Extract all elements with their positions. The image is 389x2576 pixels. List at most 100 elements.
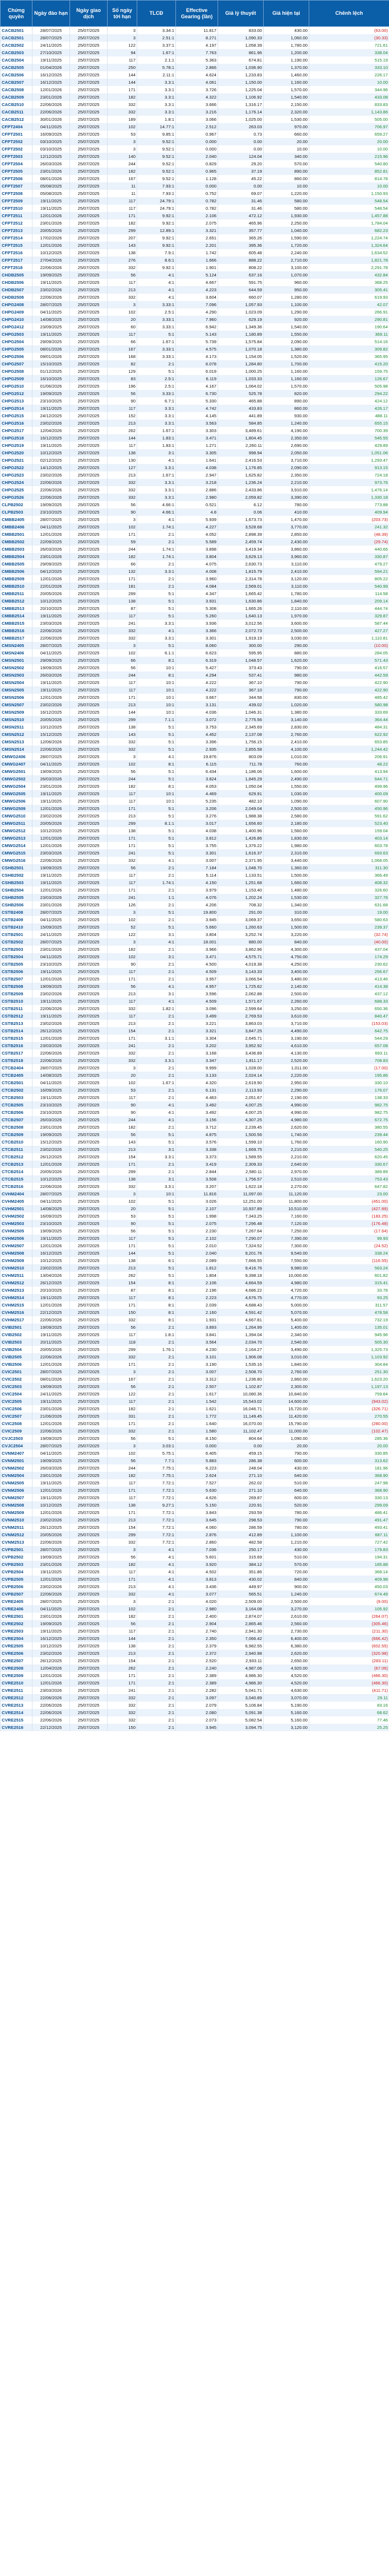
table-row[interactable]: CVNM2504 23/01/2026 25/07/2025 182 7.75:1 2.6… xyxy=(0,1472,389,1479)
table-row[interactable]: CVHM2514 19/11/2025 25/07/2025 117 8:1 2.223 4… xyxy=(0,1294,389,1301)
table-row[interactable]: CMBB2516 22/06/2026 25/07/2025 332 4:1 3.366 2… xyxy=(0,627,389,634)
table-row[interactable]: CMSN2503 26/03/2026 25/07/2025 244 8:1 4.294 5… xyxy=(0,672,389,679)
table-row[interactable]: CTCB2405 14/08/2025 25/07/2025 20 2:1 3.133 2,… xyxy=(0,1072,389,1079)
col-header-days-to-maturity[interactable]: Số ngày tới hạn xyxy=(107,0,137,27)
table-row[interactable]: CMBB2517 22/06/2026 25/07/2025 332 3.3:1 3.30… xyxy=(0,634,389,642)
table-row[interactable]: CVIB2502 19/11/2025 25/07/2025 117 1.8:1 3.84… xyxy=(0,1331,389,1338)
table-row[interactable]: CSTB2505 23/10/2025 25/07/2025 90 2:1 4.500 4,… xyxy=(0,961,389,968)
table-row[interactable]: CMBB2513 20/10/2025 25/07/2025 87 5:1 5.308 1,… xyxy=(0,605,389,612)
table-row[interactable]: CSTB2409 04/11/2025 25/07/2025 102 2:1 3.945 3… xyxy=(0,916,389,923)
table-row[interactable]: CVHM2515 12/01/2026 25/07/2025 171 8:1 2.039 4… xyxy=(0,1301,389,1309)
table-row[interactable]: CVJC2504 28/07/2025 25/07/2025 3 3.03:1 0.000… xyxy=(0,1442,389,1450)
table-row[interactable]: CVIC2507 21/06/2026 25/07/2025 331 2:1 1.772 1… xyxy=(0,1413,389,1420)
table-row[interactable]: CMSN2510 20/05/2026 25/07/2025 299 7.1:1 3.07… xyxy=(0,716,389,723)
table-row[interactable]: CMWG2406 28/07/2025 25/07/2025 3 4:1 19.876 80… xyxy=(0,753,389,760)
table-row[interactable]: CVHM2404 28/07/2025 25/07/2025 3 10:1 11.816 1… xyxy=(0,1190,389,1198)
table-row[interactable]: CHPG2519 19/11/2025 25/07/2025 117 1.83:1 1.2… xyxy=(0,442,389,449)
table-row[interactable]: CMBB2506 04/12/2025 25/07/2025 132 3.3:1 4.00… xyxy=(0,568,389,575)
table-row[interactable]: CVPB2505 12/01/2026 25/07/2025 171 4:1 3.813 4… xyxy=(0,1576,389,1583)
table-row[interactable]: CHPG2524 22/06/2026 25/07/2025 332 3.3:1 3.21… xyxy=(0,479,389,486)
table-row[interactable]: CHPG2408 28/07/2025 25/07/2025 3 3.33:1 7.096… xyxy=(0,301,389,308)
table-row[interactable]: CVRE2503 19/11/2025 25/07/2025 117 2:1 2.740 2… xyxy=(0,1627,389,1635)
table-row[interactable]: CSTB2512 19/11/2025 25/07/2025 117 2:1 3.499 2… xyxy=(0,1012,389,1020)
table-row[interactable]: CTCB2502 16/09/2025 25/07/2025 53 2:1 6.131 2,… xyxy=(0,1086,389,1094)
table-row[interactable]: CVHM2506 19/11/2025 25/07/2025 117 5:1 2.102 7… xyxy=(0,1235,389,1242)
table-row[interactable]: CVIC2509 22/06/2026 25/07/2025 332 2:1 1.580 1… xyxy=(0,1427,389,1435)
table-row[interactable]: CHPG2522 14/12/2025 25/07/2025 127 3.3:1 4.03… xyxy=(0,464,389,471)
table-row[interactable]: CVHM2502 16/09/2025 25/07/2025 53 5:1 1.998 7,… xyxy=(0,1212,389,1220)
col-header-warrant[interactable]: Chứng quyền xyxy=(0,0,32,27)
table-row[interactable]: CMBB2514 19/11/2025 25/07/2025 117 5:1 5.260 1… xyxy=(0,612,389,620)
table-row[interactable]: CVNM2502 26/03/2026 25/07/2025 244 7.75:1 6.2… xyxy=(0,1464,389,1472)
table-row[interactable]: CVHM2517 22/06/2026 25/07/2025 332 8:1 1.931 4… xyxy=(0,1316,389,1324)
table-row[interactable]: CTCB2508 23/01/2026 25/07/2025 182 2:1 3.712 2… xyxy=(0,1124,389,1131)
table-row[interactable]: CVRE2514 22/06/2026 25/07/2025 332 2:1 2.080 5… xyxy=(0,1709,389,1716)
table-row[interactable]: CHPG2504 29/09/2025 25/07/2025 66 1.67:1 5.73… xyxy=(0,338,389,345)
table-row[interactable]: CHPG2514 19/11/2025 25/07/2025 117 3.3:1 4.74… xyxy=(0,405,389,412)
table-row[interactable]: CFPT2502 03/10/2025 25/07/2025 3 9.52:1 0.000… xyxy=(0,138,389,145)
table-row[interactable]: CVIB2504 20/05/2026 25/07/2025 299 1.76:1 4.2… xyxy=(0,1346,389,1353)
table-row[interactable]: CTCB2507 26/03/2026 25/07/2025 244 4:1 3.156 4… xyxy=(0,1116,389,1124)
table-row[interactable]: CMSN2509 16/12/2025 25/07/2025 144 10:1 4.036… xyxy=(0,709,389,716)
table-row[interactable]: CVPB2501 28/07/2025 25/07/2025 3 4:1 7.036 250… xyxy=(0,1546,389,1553)
table-row[interactable]: CMBB2501 12/01/2026 25/07/2025 171 2:1 4.052 2… xyxy=(0,531,389,538)
table-row[interactable]: CFPT2505 23/01/2026 25/07/2025 182 9.52:1 0.9… xyxy=(0,168,389,175)
table-row[interactable]: CHPG2512 19/09/2025 25/07/2025 56 3.33:1 6.73… xyxy=(0,390,389,397)
table-row[interactable]: CHPG2508 01/12/2025 25/07/2025 129 5:1 6.019 1… xyxy=(0,368,389,375)
table-row[interactable]: CVRE2515 22/06/2026 25/07/2025 332 2:1 2.073 5… xyxy=(0,1716,389,1724)
table-row[interactable]: CVRE2513 22/06/2026 25/07/2025 332 2:1 2.079 5… xyxy=(0,1702,389,1709)
table-row[interactable]: CACB2510 22/06/2026 25/07/2025 332 3.3:1 3.66… xyxy=(0,101,389,108)
table-row[interactable]: CVPB2503 23/01/2026 25/07/2025 182 4:1 3.920 3… xyxy=(0,1561,389,1568)
table-row[interactable]: CHPG2517 12/04/2026 25/07/2025 262 1.67:1 3.3… xyxy=(0,427,389,434)
table-row[interactable]: CVIB2506 12/01/2026 25/07/2025 171 2:1 3.190 1… xyxy=(0,1361,389,1368)
table-row[interactable]: CVIC2501 28/07/2025 25/07/2025 3 2:1 3.007 2,5… xyxy=(0,1368,389,1376)
table-row[interactable]: CMBB2504 23/01/2026 25/07/2025 182 1.74:1 3.8… xyxy=(0,553,389,560)
table-row[interactable]: CVHM2513 20/10/2025 25/07/2025 87 8:1 2.196 4,… xyxy=(0,1287,389,1294)
table-row[interactable]: CFPT2404 04/11/2025 25/07/2025 102 14.77:1 2.… xyxy=(0,123,389,131)
table-row[interactable]: CACB2502 24/11/2025 25/07/2025 122 3.37:1 4.1… xyxy=(0,42,389,49)
table-row[interactable]: CVIB2505 22/06/2026 25/07/2025 332 2:1 3.101 1… xyxy=(0,1353,389,1361)
table-row[interactable]: CACB2501 28/07/2025 25/07/2025 3 2.51:1 8.271… xyxy=(0,34,389,42)
table-row[interactable]: CTCB2511 23/02/2026 25/07/2025 213 3:1 3.338 1… xyxy=(0,1146,389,1153)
table-row[interactable]: CSHB2504 12/01/2026 25/07/2025 171 2:1 3.979 1… xyxy=(0,886,389,894)
table-row[interactable]: CMWG2512 10/12/2025 25/07/2025 138 5:1 4.038 1… xyxy=(0,827,389,835)
table-row[interactable]: CMWG2509 12/01/2026 25/07/2025 171 5:1 3.206 2… xyxy=(0,805,389,812)
table-row[interactable]: CFPT2506 08/01/2026 25/07/2025 167 9.52:1 1.1… xyxy=(0,175,389,182)
table-row[interactable]: CHPG2505 08/01/2026 25/07/2025 167 3.33:1 4.5… xyxy=(0,345,389,353)
table-row[interactable]: CSTB2501 24/11/2025 25/07/2025 122 3:1 3.804 3… xyxy=(0,931,389,938)
col-header-maturity-date[interactable]: Ngày đáo hạn xyxy=(32,0,70,27)
table-row[interactable]: CMWG2510 23/02/2026 25/07/2025 213 5:1 3.276 1… xyxy=(0,812,389,820)
table-row[interactable]: CMWG2501 19/09/2025 25/07/2025 56 5:1 6.434 1,… xyxy=(0,768,389,775)
table-row[interactable]: CVHM2508 16/12/2025 25/07/2025 144 5:1 2.040 9… xyxy=(0,1250,389,1257)
table-row[interactable]: CFPT2503 12/12/2025 25/07/2025 140 9.52:1 2.0… xyxy=(0,153,389,160)
table-row[interactable]: CVNM2512 20/05/2026 25/07/2025 299 7.72:1 2.8… xyxy=(0,1531,389,1539)
table-row[interactable]: CVNM2501 19/09/2025 25/07/2025 56 7.7:1 5.883… xyxy=(0,1457,389,1464)
table-row[interactable]: CVHM2405 04/11/2025 25/07/2025 102 5:1 3.026 1… xyxy=(0,1198,389,1205)
table-row[interactable]: CMSN2406 04/11/2025 25/07/2025 102 6.1:1 6.62… xyxy=(0,649,389,657)
table-row[interactable]: CSHB2505 23/03/2026 25/07/2025 241 1:1 4.076 1… xyxy=(0,894,389,901)
table-row[interactable]: CMBB2505 29/09/2025 25/07/2025 66 2:1 4.075 2,… xyxy=(0,560,389,568)
table-row[interactable]: CMWG2513 12/01/2026 25/07/2025 171 5:1 3.812 1… xyxy=(0,835,389,842)
table-row[interactable]: CACB2505 01/04/2026 25/07/2025 250 5.78:1 2.8… xyxy=(0,64,389,71)
table-row[interactable]: CMSN2512 15/12/2025 25/07/2025 143 5:1 4.452 2… xyxy=(0,731,389,738)
col-header-conversion-ratio[interactable]: TLCĐ xyxy=(137,0,176,27)
table-row[interactable]: CVNM2508 10/12/2025 25/07/2025 138 9.27:1 5.1… xyxy=(0,1501,389,1509)
table-row[interactable]: CSTB2513 23/02/2026 25/07/2025 213 2:1 3.221 3… xyxy=(0,1020,389,1027)
table-row[interactable]: CVRE2510 12/01/2026 25/07/2025 171 2:1 2.389 4… xyxy=(0,1679,389,1687)
table-row[interactable]: CTCB2510 15/12/2025 25/07/2025 143 5:1 3.576 1… xyxy=(0,1138,389,1146)
table-row[interactable]: CVRE2516 22/12/2025 25/07/2025 150 2:1 3.945 3… xyxy=(0,1724,389,1731)
table-row[interactable]: CSHB2501 19/09/2025 25/07/2025 56 2:1 7.184 1,… xyxy=(0,864,389,872)
table-row[interactable]: CVIC2504 24/11/2025 25/07/2025 122 2:1 1.617 1… xyxy=(0,1390,389,1398)
table-row[interactable]: CVRE2405 28/07/2025 25/07/2025 3 2:1 4.020 2,5… xyxy=(0,1598,389,1605)
table-row[interactable]: CACB2507 16/12/2025 25/07/2025 144 3.3:1 4.06… xyxy=(0,79,389,86)
table-row[interactable]: CSTB2504 04/11/2025 25/07/2025 102 3:1 3.471 4… xyxy=(0,953,389,961)
table-row[interactable]: CSTB2506 19/11/2025 25/07/2025 117 2:1 4.509 3… xyxy=(0,968,389,975)
table-row[interactable]: CMWG2502 26/03/2026 25/07/2025 244 5:1 3.824 1… xyxy=(0,775,389,783)
table-row[interactable]: CHPG2506 09/01/2026 25/07/2025 168 3.33:1 4.1… xyxy=(0,353,389,360)
table-row[interactable]: CVNM2507 19/11/2025 25/07/2025 117 7.72:1 4.6… xyxy=(0,1494,389,1501)
table-row[interactable]: CFPT2511 12/01/2026 25/07/2025 171 9.92:1 2.1… xyxy=(0,212,389,219)
table-row[interactable]: CACB2509 23/01/2026 25/07/2025 182 3.3:1 4.32… xyxy=(0,93,389,101)
table-row[interactable]: CVRE2509 12/01/2026 25/07/2025 171 2:1 2.389 4… xyxy=(0,1672,389,1679)
table-row[interactable]: CLPB2503 23/10/2025 25/07/2025 90 4.66:1 4.8 0… xyxy=(0,508,389,516)
table-row[interactable]: CSTB2514 26/12/2025 25/07/2025 154 2:1 3.321 3… xyxy=(0,1027,389,1035)
